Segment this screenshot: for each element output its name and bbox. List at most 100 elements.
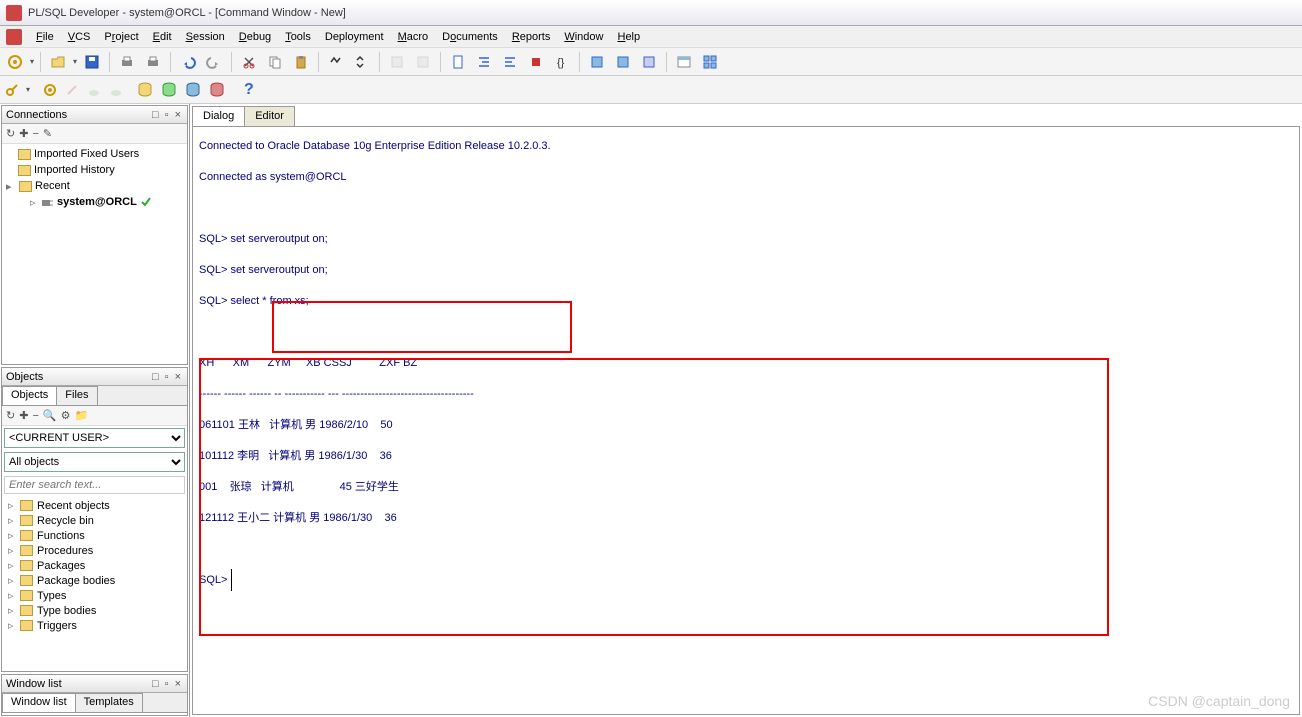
minus-icon[interactable]: −	[32, 128, 38, 140]
exec-button[interactable]	[386, 51, 408, 73]
menu-window[interactable]: Window	[558, 29, 609, 45]
tab-templates[interactable]: Templates	[75, 693, 143, 712]
tree-item[interactable]: ▸Recent	[6, 178, 183, 194]
obj-item[interactable]: ▹Functions	[4, 528, 185, 543]
replace-button[interactable]	[351, 51, 373, 73]
tab-windowlist[interactable]: Window list	[2, 693, 76, 712]
obj-item[interactable]: ▹Type bodies	[4, 603, 185, 618]
menu-tools[interactable]: Tools	[279, 29, 317, 45]
help-button[interactable]: ?	[238, 81, 260, 99]
print-button[interactable]	[116, 51, 138, 73]
dropdown-icon[interactable]: ▾	[73, 57, 77, 66]
result-row: 101112 李明 计算机 男 1986/1/30 36	[199, 441, 1293, 472]
db2-button[interactable]	[160, 81, 178, 99]
tree-connection[interactable]: ▹ system@ORCL	[6, 194, 183, 210]
tab-dialog[interactable]: Dialog	[192, 106, 245, 126]
tree-item[interactable]: Imported Fixed Users	[6, 146, 183, 162]
gear-button[interactable]	[42, 82, 58, 98]
windowlist-title: Window list	[6, 678, 62, 690]
stop-button[interactable]	[525, 51, 547, 73]
menu-vcs[interactable]: VCS	[62, 29, 97, 45]
folder-icon	[20, 500, 33, 511]
tab-editor[interactable]: Editor	[244, 106, 295, 126]
doc-icon	[6, 29, 22, 45]
result-row: 061101 王林 计算机 男 1986/2/10 50	[199, 410, 1293, 441]
outdent-button[interactable]	[499, 51, 521, 73]
windowlist-header[interactable]: Window list □▫×	[2, 675, 187, 693]
menu-project[interactable]: Project	[98, 29, 144, 45]
tool-a-button[interactable]	[586, 51, 608, 73]
tool-c-button[interactable]	[638, 51, 660, 73]
refresh-icon[interactable]: ↻	[6, 127, 15, 140]
console-line: SQL> set serveroutput on;	[199, 224, 1293, 255]
obj-item[interactable]: ▹Recycle bin	[4, 513, 185, 528]
filter-select[interactable]: All objects	[4, 452, 185, 472]
open-button[interactable]	[47, 51, 69, 73]
session-toolbar: ▾ ?	[0, 76, 1302, 104]
save-button[interactable]	[81, 51, 103, 73]
menu-debug[interactable]: Debug	[233, 29, 277, 45]
folder-icon	[20, 530, 33, 541]
copy-button[interactable]	[264, 51, 286, 73]
find-button[interactable]	[325, 51, 347, 73]
tab-files[interactable]: Files	[56, 386, 97, 405]
menu-reports[interactable]: Reports	[506, 29, 557, 45]
tool-b-button[interactable]	[612, 51, 634, 73]
db1-button[interactable]	[136, 81, 154, 99]
search-input[interactable]	[4, 476, 185, 494]
undo-button[interactable]	[177, 51, 199, 73]
objects-header[interactable]: Objects □▫×	[2, 368, 187, 386]
tree-item[interactable]: Imported History	[6, 162, 183, 178]
break-button[interactable]: {}	[551, 51, 573, 73]
objects-toolbar: ↻✚− 🔍⚙📁	[2, 406, 187, 426]
db-button[interactable]	[447, 51, 469, 73]
key-button[interactable]	[4, 82, 20, 98]
obj-item[interactable]: ▹Package bodies	[4, 573, 185, 588]
tile-button[interactable]	[699, 51, 721, 73]
menu-documents[interactable]: Documents	[436, 29, 504, 45]
disabled-c	[108, 82, 124, 98]
indent-button[interactable]	[473, 51, 495, 73]
check-icon	[140, 196, 152, 208]
edit-icon[interactable]: ✎	[43, 127, 52, 140]
tab-objects[interactable]: Objects	[2, 386, 57, 405]
plug-icon	[41, 196, 54, 209]
console-line: SQL> set serveroutput on;	[199, 255, 1293, 286]
add-icon[interactable]: ✚	[19, 127, 28, 140]
menu-session[interactable]: Session	[180, 29, 231, 45]
paste-button[interactable]	[290, 51, 312, 73]
obj-item[interactable]: ▹Triggers	[4, 618, 185, 633]
folder-icon	[20, 545, 33, 556]
print2-button[interactable]	[142, 51, 164, 73]
new-button[interactable]	[4, 51, 26, 73]
obj-item[interactable]: ▹Types	[4, 588, 185, 603]
result-header: XH XM ZYM XB CSSJ ZXF BZ	[199, 348, 1293, 379]
db4-button[interactable]	[208, 81, 226, 99]
console-line: Connected to Oracle Database 10g Enterpr…	[199, 131, 1293, 162]
folder-icon	[20, 515, 33, 526]
menu-file[interactable]: File	[30, 29, 60, 45]
command-console[interactable]: Connected to Oracle Database 10g Enterpr…	[192, 126, 1300, 715]
cut-button[interactable]	[238, 51, 260, 73]
dropdown-icon[interactable]: ▾	[30, 57, 34, 66]
menu-help[interactable]: Help	[611, 29, 646, 45]
obj-item[interactable]: ▹Packages	[4, 558, 185, 573]
db3-button[interactable]	[184, 81, 202, 99]
exec2-button[interactable]	[412, 51, 434, 73]
console-prompt: SQL>	[199, 565, 1293, 596]
menu-macro[interactable]: Macro	[392, 29, 435, 45]
user-select[interactable]: <CURRENT USER>	[4, 428, 185, 448]
menubar: File VCS Project Edit Session Debug Tool…	[0, 26, 1302, 48]
objects-title: Objects	[6, 371, 43, 383]
titlebar: PL/SQL Developer - system@ORCL - [Comman…	[0, 0, 1302, 26]
connections-header[interactable]: Connections □▫×	[2, 106, 187, 124]
obj-item[interactable]: ▹Recent objects	[4, 498, 185, 513]
window-button[interactable]	[673, 51, 695, 73]
obj-item[interactable]: ▹Procedures	[4, 543, 185, 558]
menu-deployment[interactable]: Deployment	[319, 29, 390, 45]
redo-button[interactable]	[203, 51, 225, 73]
svg-text:{}: {}	[557, 57, 565, 69]
menu-edit[interactable]: Edit	[147, 29, 178, 45]
console-line: SQL> select * from xs;	[199, 286, 1293, 317]
folder-icon	[18, 149, 31, 160]
